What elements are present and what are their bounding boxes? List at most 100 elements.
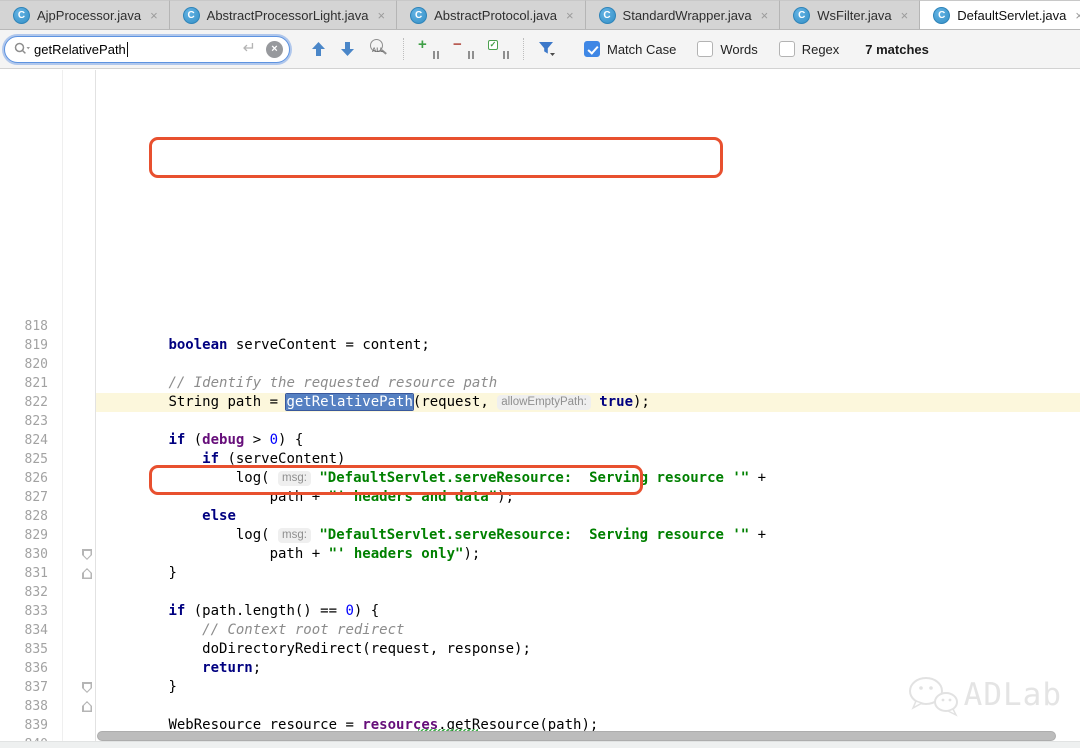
previous-occurrence-button[interactable] <box>304 36 333 62</box>
horizontal-scrollbar[interactable] <box>97 731 1056 741</box>
window-footer <box>0 741 1080 748</box>
line-number: 836 <box>0 659 48 678</box>
close-tab-icon[interactable]: × <box>564 7 576 24</box>
search-history-caret-icon <box>27 47 31 49</box>
code-line-823[interactable]: 823 <box>0 412 1080 431</box>
code-text: String path = getRelativePath(request, a… <box>101 394 650 410</box>
close-tab-icon[interactable]: × <box>1073 7 1080 24</box>
code-line-818[interactable]: 818 <box>0 317 1080 336</box>
tab-label: DefaultServlet.java <box>957 8 1066 23</box>
search-icon <box>14 42 30 56</box>
words-option[interactable]: Words <box>697 41 757 57</box>
close-tab-icon[interactable]: × <box>376 7 388 24</box>
code-text: if (serveContent) <box>101 451 345 467</box>
remove-occurrence-button[interactable]: − <box>446 36 481 62</box>
search-query-text: getRelativePath <box>34 42 239 57</box>
regex-option[interactable]: Regex <box>779 41 840 57</box>
code-line-829[interactable]: 829 log( msg: "DefaultServlet.serveResou… <box>0 526 1080 545</box>
tab-defaultservlet-java[interactable]: C DefaultServlet.java × <box>920 0 1080 29</box>
tab-abstractprotocol-java[interactable]: C AbstractProtocol.java × <box>397 0 585 29</box>
code-line-835[interactable]: 835 doDirectoryRedirect(request, respons… <box>0 640 1080 659</box>
find-toolbar: getRelativePath ↵ × ALL + − <box>0 30 1080 69</box>
enter-icon: ↵ <box>243 41 256 57</box>
filter-button[interactable] <box>531 36 563 62</box>
match-case-checkbox[interactable] <box>584 41 600 57</box>
code-text: path + "' headers only"); <box>101 546 480 562</box>
select-all-occurrences-button[interactable]: ✓ <box>481 36 516 62</box>
code-text: else <box>101 508 236 524</box>
code-text: return; <box>101 660 261 676</box>
close-tab-icon[interactable]: × <box>759 7 771 24</box>
code-editor[interactable]: 818819 boolean serveContent = content;82… <box>0 70 1080 748</box>
regex-label: Regex <box>802 42 840 57</box>
search-input[interactable]: getRelativePath ↵ × <box>4 36 290 63</box>
find-all-icon: ALL <box>369 39 389 59</box>
code-line-820[interactable]: 820 <box>0 355 1080 374</box>
editor-tab-bar: CAjpProcessor.java×CAbstractProcessorLig… <box>0 0 1080 30</box>
class-icon: C <box>13 7 30 24</box>
fold-region-down-icon[interactable] <box>82 549 92 560</box>
find-all-button[interactable]: ALL <box>362 36 396 62</box>
code-line-827[interactable]: 827 path + "' headers and data"); <box>0 488 1080 507</box>
code-line-831[interactable]: 831 } <box>0 564 1080 583</box>
code-line-838[interactable]: 838 <box>0 697 1080 716</box>
class-icon: C <box>793 7 810 24</box>
line-number: 825 <box>0 450 48 469</box>
code-line-833[interactable]: 833 if (path.length() == 0) { <box>0 602 1080 621</box>
line-number: 824 <box>0 431 48 450</box>
code-text: log( msg: "DefaultServlet.serveResource:… <box>101 527 766 543</box>
class-icon: C <box>183 7 200 24</box>
words-checkbox[interactable] <box>697 41 713 57</box>
code-text: } <box>101 679 177 695</box>
code-line-828[interactable]: 828 else <box>0 507 1080 526</box>
code-line-830[interactable]: 830 path + "' headers only"); <box>0 545 1080 564</box>
class-icon: C <box>599 7 616 24</box>
close-tab-icon[interactable]: × <box>899 7 911 24</box>
text-caret <box>127 42 128 57</box>
match-case-option[interactable]: Match Case <box>584 41 676 57</box>
line-number: 829 <box>0 526 48 545</box>
code-line-822[interactable]: 822 String path = getRelativePath(reques… <box>0 393 1080 412</box>
tab-standardwrapper-java[interactable]: C StandardWrapper.java × <box>586 0 781 29</box>
class-icon: C <box>933 7 950 24</box>
code-text: log( msg: "DefaultServlet.serveResource:… <box>101 470 766 486</box>
regex-checkbox[interactable] <box>779 41 795 57</box>
fold-region-up-icon[interactable] <box>82 568 92 579</box>
code-line-826[interactable]: 826 log( msg: "DefaultServlet.serveResou… <box>0 469 1080 488</box>
add-occurrence-button[interactable]: + <box>411 36 446 62</box>
line-number: 819 <box>0 336 48 355</box>
code-text: if (path.length() == 0) { <box>101 603 379 619</box>
annotation-box-getrelativepath <box>149 137 723 178</box>
tab-wsfilter-java[interactable]: CWsFilter.java× <box>780 0 920 29</box>
code-text: boolean serveContent = content; <box>101 337 430 353</box>
code-line-834[interactable]: 834 // Context root redirect <box>0 621 1080 640</box>
line-number: 839 <box>0 716 48 735</box>
line-number: 834 <box>0 621 48 640</box>
code-line-821[interactable]: 821 // Identify the requested resource p… <box>0 374 1080 393</box>
select-all-occurrences-icon: ✓ <box>488 40 509 59</box>
tab-label: AbstractProtocol.java <box>434 8 557 23</box>
code-line-824[interactable]: 824 if (debug > 0) { <box>0 431 1080 450</box>
code-line-836[interactable]: 836 return; <box>0 659 1080 678</box>
code-line-832[interactable]: 832 <box>0 583 1080 602</box>
words-label: Words <box>720 42 757 57</box>
close-tab-icon[interactable]: × <box>148 7 160 24</box>
code-text: if (debug > 0) { <box>101 432 303 448</box>
code-line-837[interactable]: 837 } <box>0 678 1080 697</box>
clear-search-icon[interactable]: × <box>266 41 283 58</box>
class-icon: C <box>410 7 427 24</box>
parameter-hint: msg: <box>278 471 311 486</box>
indent-guide <box>170 203 171 317</box>
fold-region-up-icon[interactable] <box>82 701 92 712</box>
code-line-819[interactable]: 819 boolean serveContent = content; <box>0 336 1080 355</box>
tab-label: StandardWrapper.java <box>623 8 752 23</box>
next-occurrence-button[interactable] <box>333 36 362 62</box>
match-count: 7 matches <box>865 42 929 57</box>
line-number: 835 <box>0 640 48 659</box>
match-case-label: Match Case <box>607 42 676 57</box>
tab-ajpprocessor-java[interactable]: CAjpProcessor.java× <box>0 0 170 29</box>
tab-abstractprocessorlight-java[interactable]: CAbstractProcessorLight.java× <box>170 0 397 29</box>
code-line-825[interactable]: 825 if (serveContent) <box>0 450 1080 469</box>
fold-region-down-icon[interactable] <box>82 682 92 693</box>
line-number: 822 <box>0 393 48 412</box>
